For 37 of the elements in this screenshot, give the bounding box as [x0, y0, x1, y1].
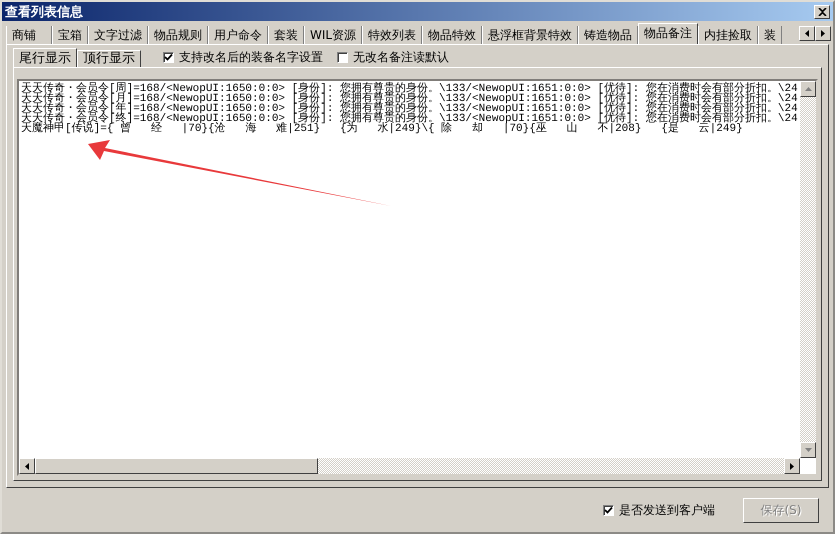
tab[interactable]: 用户命令 — [208, 26, 268, 44]
checkbox-label: 支持改名后的装备名字设置 — [179, 48, 323, 66]
left-triangle-icon[interactable] — [25, 462, 29, 470]
right-triangle-icon — [821, 30, 825, 37]
checkbox-label: 无改名备注读默认 — [353, 48, 449, 66]
tab[interactable]: 内挂捡取 — [698, 26, 758, 44]
tab[interactable]: 装 — [758, 26, 782, 44]
close-icon — [818, 8, 826, 16]
tab[interactable]: 物品规则 — [148, 26, 208, 44]
text-line: 天天传奇・会员令[周]=168/<NewopUI:1650:0:0> [身份]: 您拥有尊贵的身份。\133/<NewopUI:1651:0:0> [优待]: 您在消费时会有部分折扣。\24 — [21, 84, 799, 94]
tab[interactable]: WIL资源 — [304, 26, 362, 44]
left-triangle-icon — [805, 30, 809, 37]
checkbox[interactable] — [337, 52, 348, 62]
tab[interactable]: 物品特效 — [422, 26, 482, 44]
tab[interactable]: 宝箱 — [52, 26, 88, 44]
up-triangle-icon[interactable] — [804, 87, 812, 91]
close-button[interactable] — [814, 4, 830, 18]
checkbox[interactable] — [163, 52, 174, 62]
tab-scroll-right-button[interactable] — [815, 26, 831, 41]
tab-scroll-left-button[interactable] — [799, 26, 815, 41]
text-line: 天天传奇・会员令[月]=168/<NewopUI:1650:0:0> [身份]: 您拥有尊贵的身份。\133/<NewopUI:1651:0:0> [优待]: 您在消费时会有部分折扣。\24 — [21, 94, 799, 104]
vertical-scrollbar[interactable] — [800, 81, 816, 458]
horizontal-scrollbar[interactable] — [19, 458, 800, 474]
text-line: 天天传奇・会员令[年]=168/<NewopUI:1650:0:0> [身份]: 您拥有尊贵的身份。\133/<NewopUI:1651:0:0> [优待]: 您在消费时会有部分折扣。\24 — [21, 104, 799, 114]
down-triangle-icon[interactable] — [804, 448, 812, 452]
right-triangle-icon[interactable] — [790, 462, 794, 470]
tab[interactable]: 特效列表 — [362, 26, 422, 44]
checkbox[interactable] — [603, 504, 614, 516]
tab[interactable]: 文字过滤 — [88, 26, 148, 44]
tab[interactable]: 物品备注 — [638, 23, 698, 44]
tab[interactable]: 商铺 — [6, 26, 52, 44]
tab[interactable]: 悬浮框背景特效 — [482, 26, 578, 44]
sub-tab[interactable]: 顶行显示 — [77, 50, 141, 67]
sub-tab[interactable]: 尾行显示 — [13, 48, 77, 68]
checkbox-label: 是否发送到客户端 — [619, 502, 715, 518]
window-title: 查看列表信息 — [5, 4, 83, 20]
tab[interactable]: 套装 — [268, 26, 304, 44]
